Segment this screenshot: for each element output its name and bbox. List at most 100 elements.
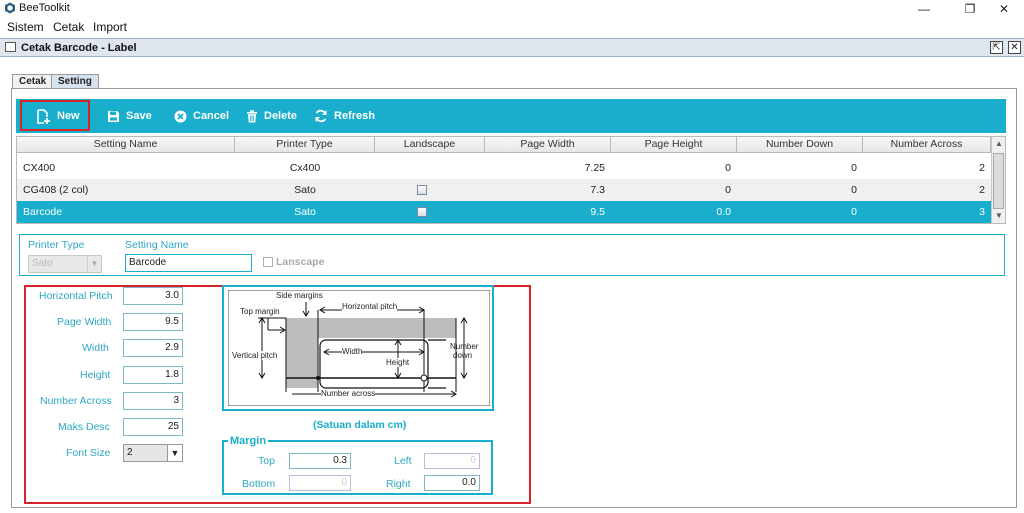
minimize-button[interactable]: —: [904, 0, 944, 17]
diagram-height-label: Height: [386, 358, 410, 367]
delete-button-label: Delete: [264, 110, 298, 122]
column-header-page-width[interactable]: Page Width: [485, 137, 611, 153]
maks-desc-label: Maks Desc: [58, 421, 110, 433]
margin-bottom-input[interactable]: 0: [289, 475, 351, 491]
refresh-button-label: Refresh: [334, 110, 375, 122]
margin-group: Margin Top 0.3 Left 0 Bottom 0 Right 0.0: [222, 435, 493, 495]
delete-button[interactable]: Delete: [246, 99, 297, 133]
scroll-thumb[interactable]: [993, 153, 1004, 209]
cancel-icon: [174, 110, 187, 122]
cell-printer-type: Cx400: [289, 162, 321, 174]
font-size-label: Font Size: [66, 447, 111, 459]
page-width-input[interactable]: 9.5: [123, 313, 183, 331]
column-header-page-height[interactable]: Page Height: [611, 137, 737, 153]
toolbar: New Save Cancel Delete Refresh: [16, 99, 1006, 133]
label-layout-diagram: Side margins Horizontal pitch Top margin…: [222, 285, 494, 411]
new-button-callout: [20, 100, 90, 131]
landscape-checkbox[interactable]: [417, 185, 427, 195]
scroll-up-icon[interactable]: ▲: [994, 139, 1004, 149]
cell-number-down: 0: [851, 184, 857, 196]
landscape-checkbox[interactable]: [417, 207, 427, 217]
margin-right-label: Right: [386, 478, 411, 490]
height-input[interactable]: 1.8: [123, 366, 183, 384]
diagram-number-down-label-2: down: [453, 351, 473, 360]
frame-restore-icon[interactable]: ⇱: [990, 41, 1003, 54]
close-button[interactable]: ✕: [984, 0, 1024, 17]
width-label: Width: [82, 342, 109, 354]
cell-page-height: 0: [725, 184, 731, 196]
diagram-number-across-label: Number across: [321, 389, 376, 398]
cell-page-height: 0.0: [716, 206, 731, 218]
menu-bar: Sistem Cetak Import: [0, 17, 1024, 37]
cell-number-down: 0: [851, 162, 857, 174]
frame-close-icon[interactable]: ✕: [1008, 41, 1021, 54]
chevron-down-icon: ▼: [87, 256, 101, 272]
diagram-width-label: Width: [342, 347, 363, 356]
save-button-label: Save: [126, 110, 152, 122]
menu-sistem[interactable]: Sistem: [7, 20, 44, 34]
margin-left-label: Left: [394, 455, 412, 467]
diagram-number-down-label-1: Number: [450, 342, 479, 351]
cell-printer-type: Sato: [294, 206, 316, 218]
horizontal-pitch-label: Horizontal Pitch: [39, 290, 113, 302]
trash-icon: [247, 109, 257, 122]
cell-number-across: 3: [979, 206, 985, 218]
number-across-label: Number Across: [40, 395, 112, 407]
horizontal-pitch-input[interactable]: 3.0: [123, 287, 183, 305]
menu-import[interactable]: Import: [93, 20, 127, 34]
frame-window-icon: [5, 42, 16, 52]
cell-number-across: 2: [979, 162, 985, 174]
menu-cetak[interactable]: Cetak: [53, 20, 84, 34]
save-icon: [108, 110, 119, 122]
save-button[interactable]: Save: [107, 99, 152, 133]
number-across-input[interactable]: 3: [123, 392, 183, 410]
margin-title: Margin: [228, 435, 269, 447]
column-header-number-across[interactable]: Number Across: [863, 137, 991, 153]
cell-page-height: 0: [725, 162, 731, 174]
tab-cetak[interactable]: Cetak: [12, 74, 54, 89]
height-label: Height: [80, 369, 111, 381]
margin-left-input[interactable]: 0: [424, 453, 480, 469]
cell-page-width: 9.5: [590, 206, 605, 218]
settings-table: Setting Name Printer Type Landscape Page…: [16, 136, 1006, 224]
setting-name-input[interactable]: Barcode: [125, 254, 252, 272]
diagram-horizontal-pitch-label: Horizontal pitch: [342, 302, 398, 311]
table-row[interactable]: CX400 Cx400 7.25 0 0 2: [17, 157, 992, 194]
printer-type-value: Sato: [32, 258, 53, 269]
diagram-vertical-pitch-label: Vertical pitch: [232, 351, 278, 360]
margin-top-label: Top: [258, 455, 275, 467]
page-width-label: Page Width: [57, 316, 112, 328]
units-caption: (Satuan dalam cm): [313, 419, 407, 431]
font-size-value: 2: [127, 447, 133, 458]
refresh-icon: [315, 109, 327, 123]
cell-setting-name: CG408 (2 col): [23, 184, 89, 196]
internal-frame-header: Cetak Barcode - Label ⇱ ✕: [0, 38, 1024, 57]
frame-title: Cetak Barcode - Label: [21, 42, 137, 54]
table-row[interactable]: CG408 (2 col) Sato 7.3 0 0 2: [17, 179, 992, 201]
table-row-selected[interactable]: Barcode Sato 9.5 0.0 0 3: [17, 201, 992, 223]
column-header-setting-name[interactable]: Setting Name: [17, 137, 235, 153]
cell-printer-type: Sato: [294, 184, 316, 196]
margin-bottom-label: Bottom: [242, 478, 276, 490]
cancel-button-label: Cancel: [193, 110, 230, 122]
column-header-printer-type[interactable]: Printer Type: [235, 137, 375, 153]
maks-desc-input[interactable]: 25: [123, 418, 183, 436]
margin-top-input[interactable]: 0.3: [289, 453, 351, 469]
column-header-landscape[interactable]: Landscape: [375, 137, 485, 153]
cell-setting-name: CX400: [23, 162, 56, 174]
lanscape-label: Lanscape: [276, 256, 325, 268]
tab-setting[interactable]: Setting: [51, 74, 99, 89]
width-input[interactable]: 2.9: [123, 339, 183, 357]
cancel-button[interactable]: Cancel: [174, 99, 229, 133]
lanscape-checkbox[interactable]: [263, 257, 273, 267]
table-scrollbar[interactable]: ▲ ▼: [991, 137, 1005, 223]
margin-right-input[interactable]: 0.0: [424, 475, 480, 491]
diagram-top-margin-label: Top margin: [240, 307, 280, 316]
printer-type-select[interactable]: Sato ▼: [28, 255, 102, 273]
cell-page-width: 7.25: [584, 162, 605, 174]
setting-name-label: Setting Name: [125, 239, 189, 251]
font-size-select[interactable]: 2 ▼: [123, 444, 183, 462]
column-header-number-down[interactable]: Number Down: [737, 137, 863, 153]
refresh-button[interactable]: Refresh: [314, 99, 375, 133]
scroll-down-icon[interactable]: ▼: [994, 211, 1004, 221]
